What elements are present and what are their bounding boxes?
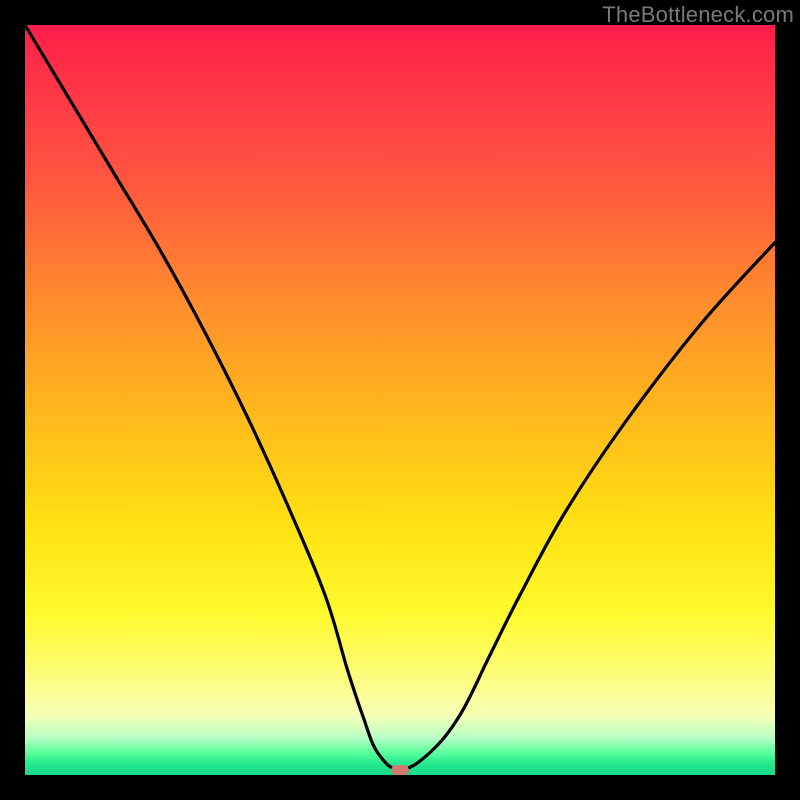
optimum-marker — [391, 765, 409, 775]
chart-plot-area — [25, 25, 775, 775]
bottleneck-gradient-background — [25, 25, 775, 775]
